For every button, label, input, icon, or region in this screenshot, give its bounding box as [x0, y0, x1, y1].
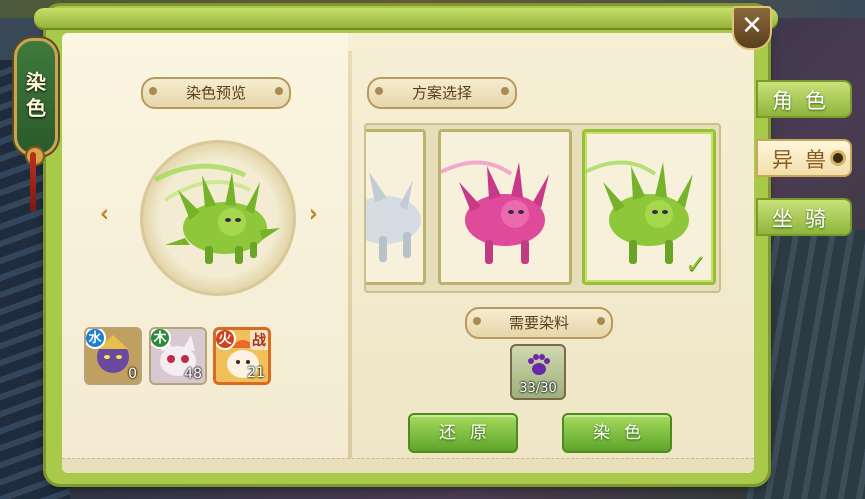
prev-arrow-icon[interactable]: ‹ — [100, 201, 109, 226]
scheme-title-text: 方案选择 — [411, 84, 472, 102]
dye-window-top-bar — [34, 8, 778, 30]
paw-dye-icon — [528, 354, 550, 375]
element-badge-water: 水 — [86, 329, 106, 349]
beast-white-icon — [366, 172, 421, 262]
tab-character[interactable]: 角色 — [756, 80, 852, 118]
tab-beast-label: 异兽 — [772, 148, 838, 172]
side-tab-dye[interactable]: 染 色 — [14, 38, 58, 156]
selected-indicator-icon — [830, 150, 846, 166]
preview-creature — [150, 150, 290, 280]
restore-button-label: 还原 — [439, 423, 501, 443]
scheme-list[interactable]: ✓ — [364, 123, 721, 293]
tab-character-label: 角色 — [772, 89, 838, 113]
close-button[interactable]: ✕ — [732, 6, 772, 50]
dye-button[interactable]: 染色 — [562, 413, 672, 453]
scheme-card-green[interactable]: ✓ — [582, 129, 716, 285]
scheme-title: 方案选择 — [367, 77, 517, 109]
beast-slot-fire[interactable]: 火 战 21 — [213, 327, 271, 385]
scheme-card-pink[interactable] — [438, 129, 572, 285]
next-arrow-glyph: › — [309, 201, 318, 226]
slot-count: 48 — [184, 366, 202, 382]
scheme-card-white[interactable] — [366, 129, 426, 285]
next-arrow-icon[interactable]: › — [309, 201, 318, 226]
element-badge-wood: 木 — [151, 329, 171, 349]
beast-slot-wood[interactable]: 木 48 — [149, 327, 207, 385]
preview-title-text: 染色预览 — [185, 84, 246, 102]
close-icon: ✕ — [741, 11, 763, 41]
tassel-icon — [30, 152, 36, 212]
dye-button-label: 染色 — [593, 423, 655, 443]
restore-button[interactable]: 还原 — [408, 413, 518, 453]
dye-item-slot[interactable]: 33/30 — [510, 344, 566, 400]
materials-title-text: 需要染料 — [508, 314, 569, 332]
element-badge-fire: 火 — [216, 330, 236, 350]
panel-bottom-border — [62, 458, 754, 473]
slot-count: 0 — [128, 366, 137, 382]
preview-title: 染色预览 — [141, 77, 291, 109]
beast-slot-water[interactable]: 水 0 — [84, 327, 142, 385]
side-tab-label-2: 色 — [26, 96, 46, 120]
side-tab-label-1: 染 — [26, 70, 46, 94]
beast-pink-icon — [440, 160, 549, 264]
tab-mount[interactable]: 坐骑 — [756, 198, 852, 236]
materials-title: 需要染料 — [465, 307, 613, 339]
battle-tag: 战 — [250, 330, 268, 350]
selected-check-icon: ✓ — [685, 250, 707, 280]
tab-beast[interactable]: 异兽 — [756, 139, 852, 177]
slot-count: 21 — [247, 365, 265, 381]
beast-green-icon — [153, 163, 280, 264]
dye-count: 33/30 — [519, 381, 557, 396]
tab-mount-label: 坐骑 — [772, 207, 838, 231]
prev-arrow-glyph: ‹ — [100, 201, 109, 226]
